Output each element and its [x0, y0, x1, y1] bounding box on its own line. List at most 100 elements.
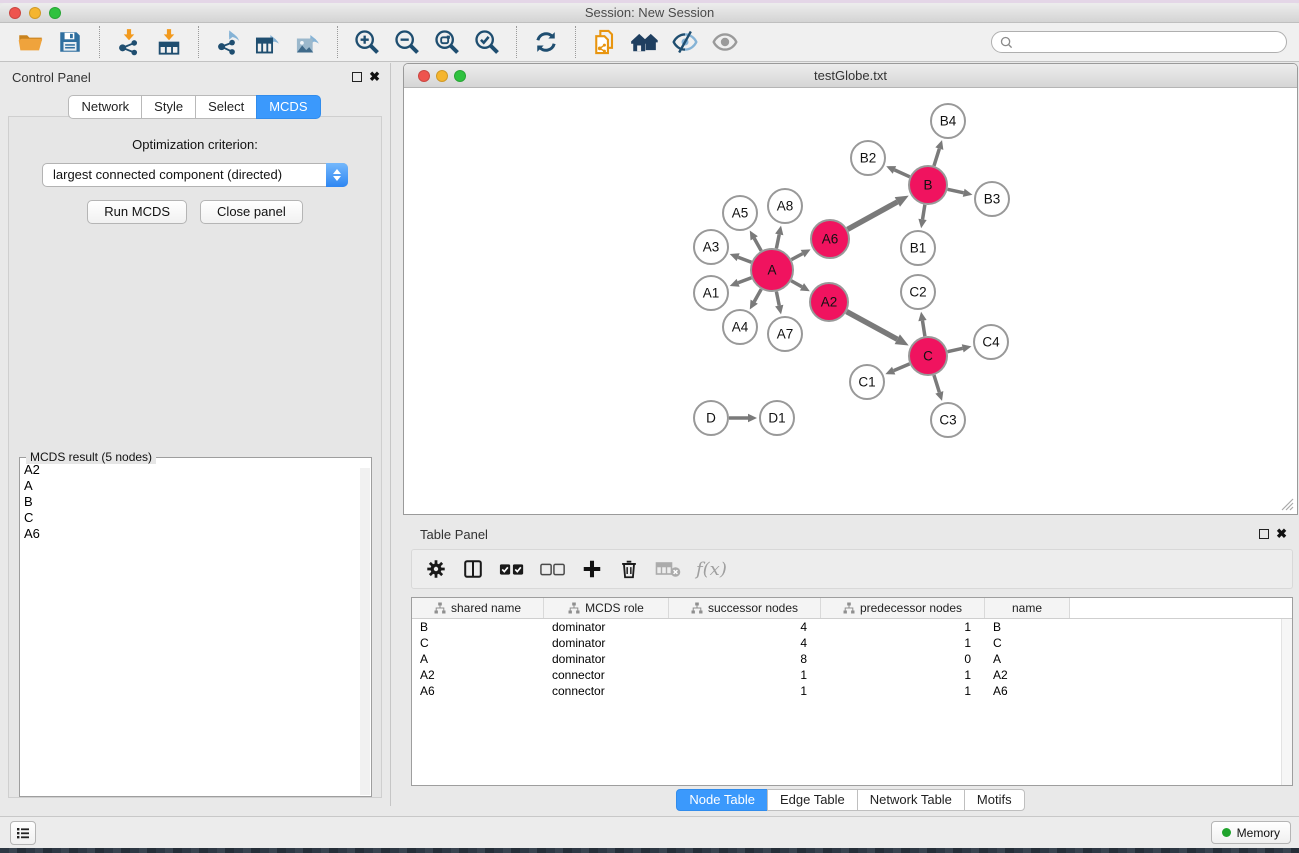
table-cell[interactable]: A2	[412, 667, 544, 683]
hide-details-icon[interactable]	[669, 25, 701, 59]
mcds-result-item[interactable]: C	[24, 510, 359, 526]
table-scrollbar[interactable]	[1281, 619, 1292, 785]
table-cell[interactable]: B	[985, 619, 1070, 635]
table-cell[interactable]: A	[985, 651, 1070, 667]
float-panel-icon[interactable]	[1259, 529, 1269, 539]
network-canvas[interactable]: B4B2BB3A8A5A6A3B1AC2A1A2A4A7C4CC1DD1C3	[405, 89, 1296, 513]
titlebar: Session: New Session	[0, 3, 1299, 23]
result-scrollbar[interactable]	[360, 468, 370, 795]
function-builder-icon[interactable]: f(x)	[696, 554, 727, 584]
tab-edge-table[interactable]: Edge Table	[767, 789, 858, 811]
zoom-out-icon[interactable]	[391, 25, 423, 59]
unselect-all-icon[interactable]	[540, 554, 566, 584]
table-cell[interactable]: dominator	[544, 651, 669, 667]
table-row[interactable]: Cdominator41C	[412, 635, 1292, 651]
export-network-icon[interactable]	[212, 25, 244, 59]
table-cell[interactable]: 4	[669, 635, 821, 651]
table-cell[interactable]: 1	[821, 683, 985, 699]
table-cell[interactable]: 1	[821, 635, 985, 651]
arrowhead-icon	[918, 312, 926, 322]
column-header-MCDS-role[interactable]: MCDS role	[544, 598, 669, 618]
close-window-button[interactable]	[9, 7, 21, 19]
table-cell[interactable]: 4	[669, 619, 821, 635]
search-input[interactable]	[1018, 35, 1278, 49]
node-label-A6: A6	[822, 232, 839, 247]
import-table-icon[interactable]	[153, 25, 185, 59]
toolbar-separator	[516, 26, 517, 58]
mcds-result-item[interactable]: B	[24, 494, 359, 510]
table-cell[interactable]: 8	[669, 651, 821, 667]
minimize-window-button[interactable]	[29, 7, 41, 19]
node-label-A5: A5	[732, 206, 749, 221]
tab-mcds[interactable]: MCDS	[256, 95, 320, 119]
delete-column-icon[interactable]	[655, 554, 681, 584]
column-header-name[interactable]: name	[985, 598, 1070, 618]
table-row[interactable]: A6connector11A6	[412, 683, 1292, 699]
table-cell[interactable]: dominator	[544, 619, 669, 635]
table-cell[interactable]: A6	[985, 683, 1070, 699]
export-table-icon[interactable]	[252, 25, 284, 59]
close-panel-icon[interactable]: ✖	[1276, 526, 1287, 542]
search-box[interactable]	[991, 31, 1287, 53]
table-cell[interactable]: connector	[544, 667, 669, 683]
tab-network-table[interactable]: Network Table	[857, 789, 965, 811]
home-icon[interactable]	[629, 25, 661, 59]
table-cell[interactable]: 1	[821, 667, 985, 683]
node-label-A: A	[767, 263, 776, 278]
column-header-shared-name[interactable]: shared name	[412, 598, 544, 618]
column-header-successor-nodes[interactable]: successor nodes	[669, 598, 821, 618]
gear-icon[interactable]	[425, 554, 447, 584]
table-cell[interactable]: C	[412, 635, 544, 651]
tab-style[interactable]: Style	[141, 95, 196, 119]
zoom-in-icon[interactable]	[351, 25, 383, 59]
tab-select[interactable]: Select	[195, 95, 257, 119]
float-panel-icon[interactable]	[352, 72, 362, 82]
zoom-window-button[interactable]	[49, 7, 61, 19]
table-cell[interactable]: 0	[821, 651, 985, 667]
table-row[interactable]: Adominator80A	[412, 651, 1292, 667]
tab-node-table[interactable]: Node Table	[676, 789, 768, 811]
add-column-icon[interactable]	[581, 554, 603, 584]
save-session-icon[interactable]	[54, 25, 86, 59]
task-history-button[interactable]	[10, 821, 36, 845]
zoom-fit-icon[interactable]	[431, 25, 463, 59]
zoom-selected-icon[interactable]	[471, 25, 503, 59]
eye-icon[interactable]	[709, 25, 741, 59]
close-panel-button[interactable]: Close panel	[200, 200, 303, 224]
table-row[interactable]: A2connector11A2	[412, 667, 1292, 683]
mcds-result-item[interactable]: A6	[24, 526, 359, 542]
refresh-icon[interactable]	[530, 25, 562, 59]
table-cell[interactable]: 1	[669, 683, 821, 699]
table-cell[interactable]: C	[985, 635, 1070, 651]
clone-network-icon[interactable]	[589, 25, 621, 59]
import-network-icon[interactable]	[113, 25, 145, 59]
table-cell[interactable]: dominator	[544, 635, 669, 651]
mcds-result-item[interactable]: A	[24, 478, 359, 494]
table-cell[interactable]: A	[412, 651, 544, 667]
memory-button[interactable]: Memory	[1211, 821, 1291, 844]
network-minimize-button[interactable]	[436, 70, 448, 82]
tab-network[interactable]: Network	[68, 95, 142, 119]
export-image-icon[interactable]	[292, 25, 324, 59]
run-mcds-button[interactable]: Run MCDS	[87, 200, 187, 224]
open-session-icon[interactable]	[14, 25, 46, 59]
split-columns-icon[interactable]	[462, 554, 484, 584]
close-panel-icon[interactable]: ✖	[369, 69, 380, 85]
column-header-predecessor-nodes[interactable]: predecessor nodes	[821, 598, 985, 618]
table-cell[interactable]: connector	[544, 683, 669, 699]
table-cell[interactable]: A2	[985, 667, 1070, 683]
table-cell[interactable]: 1	[821, 619, 985, 635]
select-all-icon[interactable]	[499, 554, 525, 584]
mcds-result-item[interactable]: A2	[24, 462, 359, 478]
table-row[interactable]: Bdominator41B	[412, 619, 1292, 635]
table-cell[interactable]: 1	[669, 667, 821, 683]
mcds-tab-panel: Optimization criterion: largest connecte…	[8, 116, 382, 798]
delete-icon[interactable]	[618, 554, 640, 584]
tab-motifs[interactable]: Motifs	[964, 789, 1025, 811]
table-cell[interactable]: B	[412, 619, 544, 635]
network-close-button[interactable]	[418, 70, 430, 82]
resize-grip-icon[interactable]	[1281, 498, 1294, 511]
criterion-dropdown[interactable]: largest connected component (directed)	[42, 163, 348, 187]
network-zoom-button[interactable]	[454, 70, 466, 82]
table-cell[interactable]: A6	[412, 683, 544, 699]
